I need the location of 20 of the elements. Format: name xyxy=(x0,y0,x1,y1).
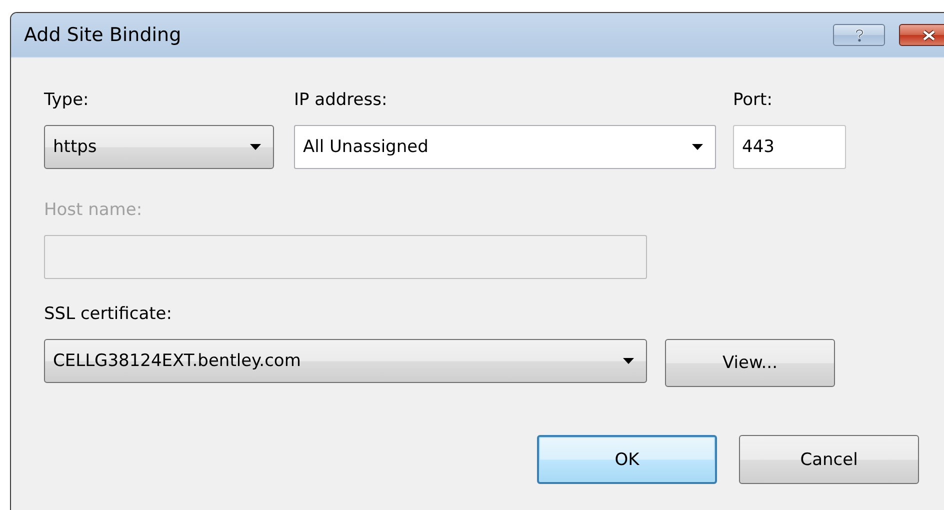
help-button[interactable] xyxy=(833,24,885,46)
field-label: Port: xyxy=(733,89,774,111)
field-label: SSL certificate: xyxy=(44,303,173,325)
caret-icon xyxy=(692,144,703,150)
view-button[interactable]: View... xyxy=(665,339,835,387)
field-label: Type: xyxy=(44,89,90,111)
input-field[interactable]: 443 xyxy=(733,125,846,169)
cancel-button[interactable]: Cancel xyxy=(739,435,919,484)
combo-box[interactable]: All Unassigned xyxy=(294,125,716,169)
window-title: Add Site Binding xyxy=(24,24,182,46)
dropdown[interactable]: https xyxy=(44,125,274,169)
question-mark-icon xyxy=(854,28,864,42)
close-button[interactable] xyxy=(899,24,944,46)
dropdown[interactable]: CELLG38124EXT.bentley.com xyxy=(44,339,647,383)
field-label: IP address: xyxy=(294,89,388,111)
close-icon xyxy=(922,30,936,40)
caret-icon xyxy=(623,358,634,364)
field-label: Host name: xyxy=(44,199,144,221)
ok-button[interactable]: OK xyxy=(537,435,717,484)
caret-icon xyxy=(250,144,261,150)
